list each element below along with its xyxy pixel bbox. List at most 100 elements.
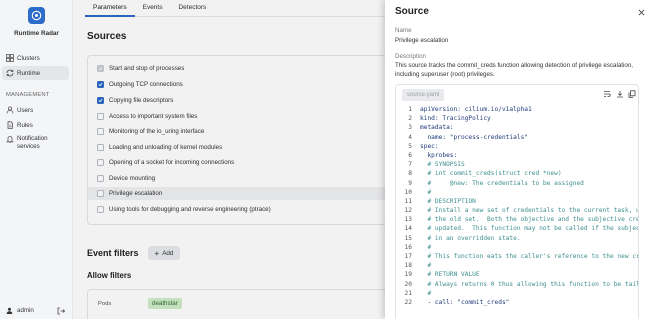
app-name: Runtime Radar [14,30,59,37]
sidebar-item-label: Rules [17,121,33,129]
line-number: 5 [408,142,412,150]
line-number: 14 [404,225,412,233]
line-text: # Install a new set of credentials to th… [420,207,639,215]
name-label: Name [395,27,412,34]
sidebar-item-notification-services[interactable]: Notification services [2,135,62,153]
code-line: 21 # [396,289,638,299]
code-line: 6 kprobes: [396,151,638,161]
line-number: 4 [408,133,412,141]
line-number: 11 [404,197,412,205]
line-number: 20 [404,280,412,288]
line-text: metadata: [420,124,454,132]
description-label: Description [395,53,426,60]
code-line: 16 # [396,243,638,253]
copy-icon[interactable] [628,90,636,98]
line-text: # updated. This function may not be call… [420,225,639,233]
line-text: # SYNOPSIS [420,161,465,169]
source-drawer: Source Name Privilege escalation Descrip… [385,0,650,319]
line-number: 10 [404,188,412,196]
line-text: # [420,188,432,196]
line-text: # the old set. Both the objective and th… [420,216,639,224]
line-text: spec: [420,142,439,150]
line-text: # int commit_creds(struct cred *new) [420,170,562,178]
sidebar-item-runtime[interactable]: Runtime [2,66,69,80]
notification-icon [6,135,14,143]
description-value: This source tracks the commit_creds func… [395,62,633,78]
name-value: Privilege escalation [395,37,449,44]
line-number: 9 [408,179,412,187]
line-text: # RETURN VALUE [420,271,480,279]
line-text: # This function eats the caller's refere… [420,253,639,260]
sidebar: Runtime Radar Clusters Runtime MANAGEMEN… [0,0,73,319]
line-text: # DESCRIPTION [420,197,476,205]
sidebar-item-users[interactable]: Users [2,103,69,117]
line-text: name: "process-credentials" [420,133,529,141]
runtime-icon [6,69,14,77]
wrap-lines-icon[interactable] [603,90,611,98]
code-viewer: source.yaml 1 apiVersion: cilium.io/v1alp… [395,84,639,319]
code-line: 7 # SYNOPSIS [396,161,638,170]
code-line: 8 # int commit_creds(struct cred *new) [396,170,638,179]
code-line: 11 # DESCRIPTION [396,197,638,207]
line-text: # @new: The credentials to be assigned [420,179,584,187]
drawer-backdrop[interactable] [73,0,386,319]
code-line: 10 # [396,188,638,198]
code-line: 17 # This function eats the caller's ref… [396,253,639,262]
code-line: 18 # [396,262,638,271]
code-line: 15 # in an overridden state. [396,234,638,244]
line-text: # Always returns 0 thus allowing this fu… [420,280,639,288]
line-number: 3 [408,124,412,132]
radar-icon [31,10,42,21]
line-text: - call: "commit_creds" [420,298,510,306]
line-number: 15 [404,234,412,242]
close-icon[interactable] [638,9,645,16]
code-line: 5 spec: [396,142,638,152]
line-number: 19 [404,271,412,279]
sidebar-item-clusters[interactable]: Clusters [2,51,69,65]
code-line: 20 # Always returns 0 thus allowing this… [396,280,639,290]
code-line: 14 # updated. This function may not be c… [396,225,639,234]
clusters-icon [6,54,14,62]
line-number: 7 [408,161,412,169]
app-logo[interactable] [28,7,45,24]
code-line: 22 - call: "commit_creds" [396,298,638,308]
line-number: 18 [404,262,412,270]
line-text: kind: TracingPolicy [420,115,491,123]
user-icon [6,307,13,314]
sidebar-item-label: Notification services [17,135,48,150]
sidebar-item-label: Clusters [17,54,40,62]
logout-icon[interactable] [57,307,65,315]
line-number: 16 [404,243,412,251]
code-line: 9 # @new: The credentials to be assigned [396,179,638,189]
sidebar-item-label: Users [17,106,34,114]
code-line: 19 # RETURN VALUE [396,271,638,280]
download-icon[interactable] [616,90,624,98]
line-number: 21 [404,289,412,297]
drawer-title: Source [395,6,429,17]
line-number: 1 [408,106,412,113]
line-number: 6 [408,151,412,159]
username: admin [17,307,34,314]
line-number: 22 [404,298,412,306]
code-line: 4 name: "process-credentials" [396,133,638,143]
line-number: 12 [404,207,412,215]
code-line: 2 kind: TracingPolicy [396,115,638,124]
user-menu[interactable]: admin [6,307,34,314]
file-name-tag: source.yaml [402,89,445,101]
code-line: 3 metadata: [396,124,638,133]
management-section-label: MANAGEMENT [6,92,50,98]
line-text: # [420,289,432,297]
line-number: 8 [408,170,412,178]
line-text: apiVersion: cilium.io/v1alpha1 [420,106,532,113]
sidebar-item-label: Runtime [17,69,41,77]
code-line: 1 apiVersion: cilium.io/v1alpha1 [396,106,638,115]
rules-icon [6,121,14,129]
line-text: # in an overridden state. [420,234,521,242]
line-text: # [420,262,432,270]
line-text: # [420,243,432,251]
code-lines[interactable]: 1 apiVersion: cilium.io/v1alpha1 2 kind: Tr… [396,106,639,308]
code-line: 12 # Install a new set of credentials to… [396,207,639,216]
sidebar-item-rules[interactable]: Rules [2,118,69,132]
line-number: 13 [404,216,412,224]
line-number: 2 [408,115,412,123]
